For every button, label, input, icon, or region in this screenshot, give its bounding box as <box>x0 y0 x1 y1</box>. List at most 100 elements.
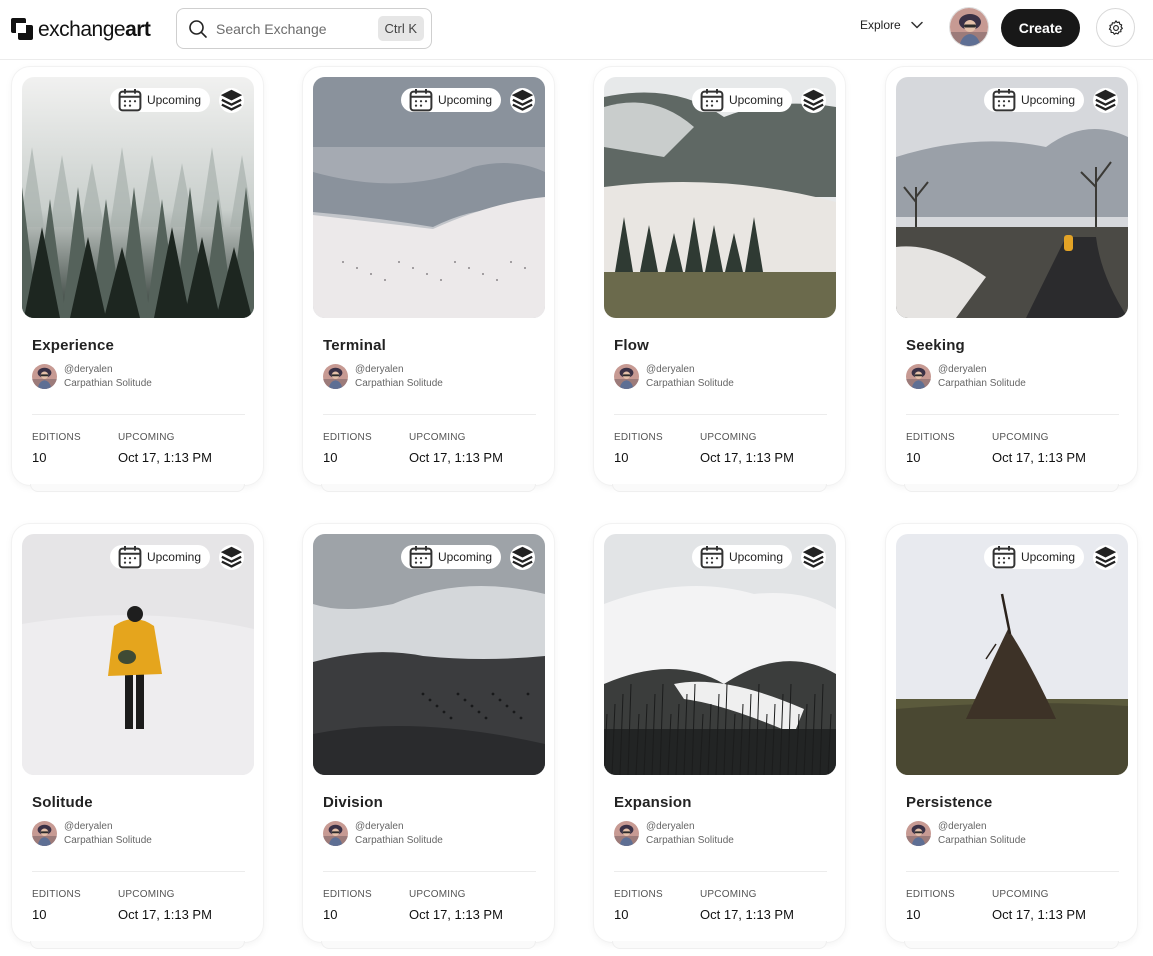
collection-name[interactable]: Carpathian Solitude <box>355 835 443 846</box>
card-stack-edge <box>612 484 827 492</box>
artwork-card[interactable]: Upcoming Terminal @deryalen Carpathian S… <box>303 67 554 492</box>
artwork-image[interactable]: Upcoming <box>313 534 545 775</box>
creator-info[interactable]: @deryalen Carpathian Solitude <box>614 364 734 389</box>
badge-label: Upcoming <box>146 93 201 107</box>
artwork-card[interactable]: Upcoming Division @deryalen Carpathian S… <box>303 524 554 949</box>
editions-label: EDITIONS <box>906 889 955 900</box>
artwork-title[interactable]: Division <box>323 794 383 811</box>
artwork-card[interactable]: Upcoming Flow @deryalen Carpathian Solit… <box>594 67 845 492</box>
artwork-card[interactable]: Upcoming Expansion @deryalen Carpathian … <box>594 524 845 949</box>
top-navigation-bar: exchangeart Ctrl K Explore Create <box>0 0 1153 60</box>
creator-info[interactable]: @deryalen Carpathian Solitude <box>614 821 734 846</box>
upcoming-info: UPCOMING Oct 17, 1:13 PM <box>700 432 794 465</box>
editions-value: 10 <box>906 907 921 922</box>
collection-name[interactable]: Carpathian Solitude <box>64 378 152 389</box>
creator-handle[interactable]: @deryalen <box>938 821 1026 832</box>
collection-name[interactable]: Carpathian Solitude <box>646 835 734 846</box>
artwork-illustration <box>896 77 1128 318</box>
creator-info[interactable]: @deryalen Carpathian Solitude <box>906 821 1026 846</box>
creator-handle[interactable]: @deryalen <box>355 821 443 832</box>
upcoming-label: UPCOMING <box>700 432 757 443</box>
editions-value: 10 <box>614 907 629 922</box>
creator-avatar <box>323 821 348 846</box>
artwork-title[interactable]: Experience <box>32 337 114 354</box>
editions-layers-button[interactable] <box>219 88 244 113</box>
artwork-title[interactable]: Terminal <box>323 337 386 354</box>
editions-layers-button[interactable] <box>1093 545 1118 570</box>
creator-info[interactable]: @deryalen Carpathian Solitude <box>32 821 152 846</box>
collection-name[interactable]: Carpathian Solitude <box>938 378 1026 389</box>
user-avatar[interactable] <box>949 7 989 47</box>
creator-handle[interactable]: @deryalen <box>64 364 152 375</box>
editions-layers-button[interactable] <box>510 545 535 570</box>
layers-icon <box>511 89 534 111</box>
settings-button[interactable] <box>1096 8 1135 47</box>
creator-handle[interactable]: @deryalen <box>355 364 443 375</box>
creator-info[interactable]: @deryalen Carpathian Solitude <box>32 364 152 389</box>
layers-icon <box>802 89 825 111</box>
card-stack-edge <box>904 484 1119 492</box>
artwork-card[interactable]: Upcoming Solitude @deryalen Carpathian S… <box>12 524 263 949</box>
card-stack-edge <box>321 941 536 949</box>
artwork-title[interactable]: Seeking <box>906 337 965 354</box>
upcoming-badge: Upcoming <box>109 88 210 112</box>
artwork-image[interactable]: Upcoming <box>313 77 545 318</box>
collection-name[interactable]: Carpathian Solitude <box>938 835 1026 846</box>
creator-info[interactable]: @deryalen Carpathian Solitude <box>323 364 443 389</box>
editions-layers-button[interactable] <box>801 88 826 113</box>
editions-layers-button[interactable] <box>219 545 244 570</box>
layers-icon <box>802 546 825 568</box>
creator-info[interactable]: @deryalen Carpathian Solitude <box>323 821 443 846</box>
editions-value: 10 <box>906 450 921 465</box>
collection-name[interactable]: Carpathian Solitude <box>64 835 152 846</box>
creator-handle[interactable]: @deryalen <box>646 364 734 375</box>
create-button[interactable]: Create <box>1001 9 1080 47</box>
creator-handle[interactable]: @deryalen <box>64 821 152 832</box>
upcoming-badge: Upcoming <box>983 545 1084 569</box>
card-divider <box>906 871 1119 872</box>
artwork-illustration <box>604 77 836 318</box>
upcoming-info: UPCOMING Oct 17, 1:13 PM <box>700 890 794 922</box>
creator-handle[interactable]: @deryalen <box>646 821 734 832</box>
artwork-title[interactable]: Expansion <box>614 794 692 811</box>
search-box[interactable]: Ctrl K <box>176 8 432 49</box>
collection-name[interactable]: Carpathian Solitude <box>355 378 443 389</box>
creator-handle[interactable]: @deryalen <box>938 364 1026 375</box>
editions-layers-button[interactable] <box>510 88 535 113</box>
artwork-title[interactable]: Flow <box>614 337 649 354</box>
explore-menu-button[interactable]: Explore <box>860 18 923 32</box>
artwork-card[interactable]: Upcoming Experience @deryalen Carpathian… <box>12 67 263 492</box>
upcoming-label: UPCOMING <box>992 432 1049 443</box>
artwork-image[interactable]: Upcoming <box>896 77 1128 318</box>
editions-value: 10 <box>32 907 47 922</box>
artwork-image[interactable]: Upcoming <box>604 77 836 318</box>
user-avatar-image <box>950 8 988 46</box>
artwork-image[interactable]: Upcoming <box>22 534 254 775</box>
artwork-card[interactable]: Upcoming Persistence @deryalen Carpathia… <box>886 524 1137 949</box>
artwork-image[interactable]: Upcoming <box>896 534 1128 775</box>
upcoming-label: UPCOMING <box>409 432 466 443</box>
artwork-title[interactable]: Persistence <box>906 794 992 811</box>
upcoming-date: Oct 17, 1:13 PM <box>992 450 1086 465</box>
card-divider <box>323 414 536 415</box>
search-input[interactable] <box>216 20 366 37</box>
artwork-title[interactable]: Solitude <box>32 794 93 811</box>
artwork-image[interactable]: Upcoming <box>22 77 254 318</box>
creator-info[interactable]: @deryalen Carpathian Solitude <box>906 364 1026 389</box>
editions-layers-button[interactable] <box>1093 88 1118 113</box>
card-divider <box>614 414 827 415</box>
editions-layers-button[interactable] <box>801 545 826 570</box>
upcoming-info: UPCOMING Oct 17, 1:13 PM <box>409 890 503 922</box>
artwork-illustration <box>22 534 254 775</box>
upcoming-date: Oct 17, 1:13 PM <box>992 907 1086 922</box>
editions-info: EDITIONS 10 <box>614 433 663 465</box>
badge-label: Upcoming <box>437 550 492 564</box>
exchange-art-logo[interactable]: exchangeart <box>11 16 151 42</box>
calendar-icon <box>409 89 433 112</box>
collection-name[interactable]: Carpathian Solitude <box>646 378 734 389</box>
upcoming-info: UPCOMING Oct 17, 1:13 PM <box>118 890 212 922</box>
chevron-down-icon <box>910 21 923 29</box>
editions-label: EDITIONS <box>323 889 372 900</box>
artwork-card[interactable]: Upcoming Seeking @deryalen Carpathian So… <box>886 67 1137 492</box>
artwork-image[interactable]: Upcoming <box>604 534 836 775</box>
